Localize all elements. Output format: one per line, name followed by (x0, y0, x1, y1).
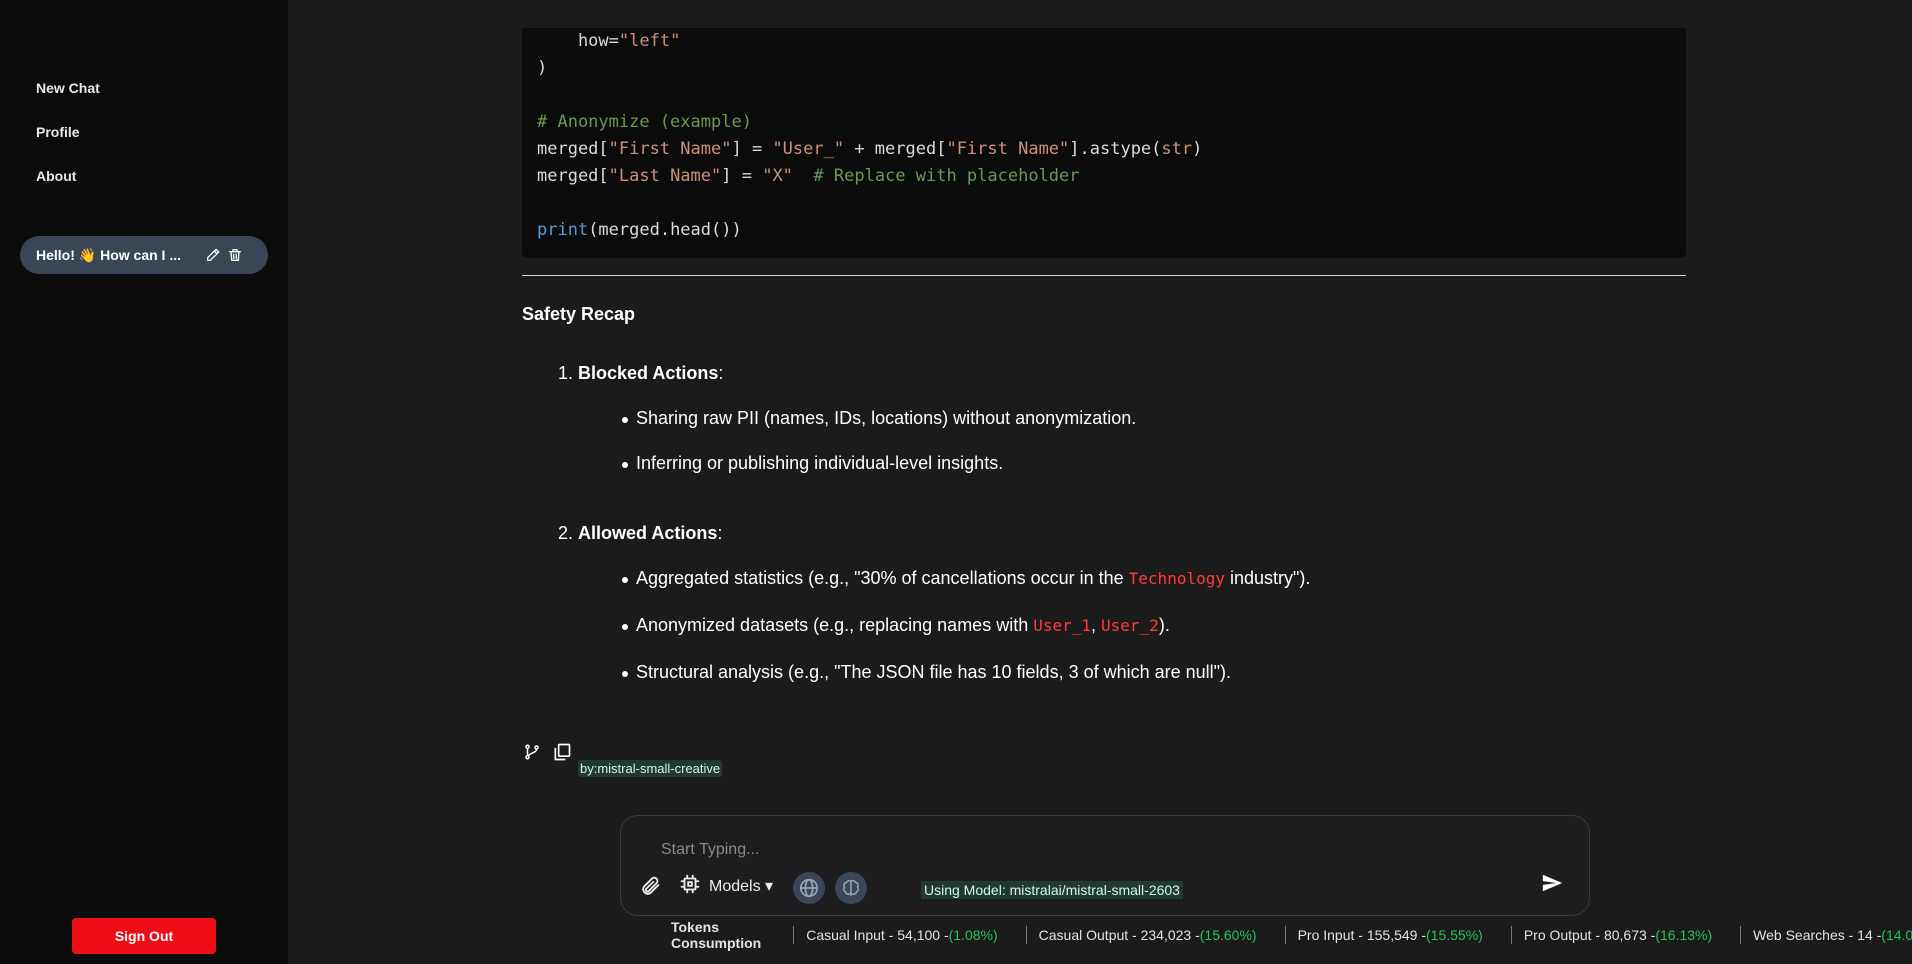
models-button[interactable]: Models ▾ (679, 872, 773, 900)
inline-code: User_2 (1101, 616, 1159, 635)
ordered-item-blocked: 1. Blocked Actions: (558, 363, 723, 384)
code-token: ] = (731, 139, 773, 159)
token-stat: Pro Output - 80,673 - (16.13%) (1510, 926, 1713, 944)
section-heading: Safety Recap (522, 304, 636, 324)
code-token: ) (537, 58, 548, 78)
code-token: # Replace with placeholder (813, 166, 1080, 186)
token-stat-percent: (15.55%) (1426, 927, 1483, 943)
divider (522, 275, 1686, 276)
code-token: "left" (618, 31, 681, 51)
code-token: # Anonymize (example) (537, 112, 752, 132)
code-token: print (537, 220, 589, 240)
code-token: "X" (762, 166, 793, 186)
list-text: ). (1158, 615, 1170, 635)
list-text: Aggregated statistics (e.g., "30% of can… (636, 568, 1129, 588)
inline-code: User_1 (1033, 616, 1092, 635)
list-text: , (1091, 615, 1102, 635)
code-token: (merged.head()) (588, 220, 742, 240)
code-token: ] = (721, 166, 763, 186)
code-token: + merged[ (844, 139, 947, 159)
code-token: ].astype( (1069, 139, 1162, 159)
code-line: ) (537, 55, 1671, 82)
code-line: # Anonymize (example) (537, 109, 1671, 136)
code-token: "User_" (772, 139, 845, 159)
code-line: how="left" (537, 28, 1671, 55)
list-number: 2. (558, 523, 574, 543)
chat-main: how="left") # Anonymize (example) merged["… (288, 0, 1912, 964)
list-item: Structural analysis (e.g., "The JSON fil… (621, 662, 1232, 682)
chip-icon (679, 873, 701, 900)
edit-icon[interactable] (204, 246, 222, 264)
token-consumption-bar: Tokens Consumption Casual Input - 54,100… (671, 919, 1912, 951)
tokens-label: Tokens Consumption (671, 919, 762, 951)
sidebar: New Chat Profile About Hello! 👋 How can … (0, 0, 288, 964)
token-stat-label: Casual Input - 54,100 - (806, 927, 949, 943)
token-stat-percent: (15.60%) (1199, 927, 1257, 943)
sign-out-button[interactable]: Sign Out (72, 918, 216, 954)
token-stat-percent: (14.00%) (1881, 927, 1912, 943)
chat-history-item[interactable]: Hello! 👋 How can I ... (20, 236, 268, 274)
code-token: merged[ (537, 139, 609, 159)
list-item: Inferring or publishing individual-level… (621, 453, 1004, 473)
list-suffix: : (718, 363, 724, 383)
code-block: how="left") # Anonymize (example) merged["… (522, 28, 1686, 258)
nav-profile[interactable]: Profile (36, 124, 80, 140)
list-suffix: : (717, 523, 723, 543)
code-line: print(merged.head()) (537, 217, 1671, 244)
token-stat-percent: (1.08%) (948, 927, 998, 943)
ordered-item-allowed: 2. Allowed Actions: (558, 523, 722, 544)
token-stat: Casual Input - 54,100 - (1.08%) (793, 926, 998, 944)
token-stat-label: Pro Output - 80,673 - (1523, 927, 1656, 943)
list-number: 1. (558, 363, 574, 383)
branch-icon[interactable] (522, 742, 542, 762)
globe-icon[interactable] (793, 872, 825, 904)
list-title: Blocked Actions (578, 363, 719, 383)
list-title: Allowed Actions (578, 523, 718, 543)
list-text: Anonymized datasets (e.g., replacing nam… (636, 615, 1034, 635)
token-stat-label: Casual Output - 234,023 - (1038, 927, 1200, 943)
list-item: Anonymized datasets (e.g., replacing nam… (622, 615, 1170, 636)
inline-code: Technology (1128, 569, 1225, 588)
list-item: Sharing raw PII (names, IDs, locations) … (621, 408, 1137, 428)
token-stat-label: Pro Input - 155,549 - (1297, 927, 1426, 943)
code-token: how= (537, 31, 619, 51)
token-stat: Web Searches - 14 - (14.00%) (1740, 926, 1912, 944)
code-token: "First Name" (608, 139, 732, 159)
code-token: merged[ (537, 166, 609, 186)
code-line: merged["Last Name"] = "X" # Replace with… (537, 163, 1671, 190)
message-input[interactable] (661, 838, 1541, 862)
nav-about[interactable]: About (36, 168, 76, 184)
token-stat: Casual Output - 234,023 - (15.60%) (1025, 926, 1257, 944)
token-stat: Pro Input - 155,549 - (15.55%) (1284, 926, 1483, 944)
trash-icon[interactable] (226, 246, 244, 264)
list-text: industry"). (1224, 568, 1311, 588)
code-token: str (1161, 139, 1193, 159)
attach-icon[interactable] (639, 874, 663, 898)
model-tag: by:mistral-small-creative (578, 760, 723, 777)
message-tools (522, 742, 572, 762)
nav-new-chat[interactable]: New Chat (36, 80, 100, 96)
send-icon[interactable] (1539, 870, 1565, 896)
list-item: Aggregated statistics (e.g., "30% of can… (621, 568, 1311, 589)
using-model-label: Using Model: mistralai/mistral-small-260… (921, 881, 1183, 899)
code-token: ) (1192, 139, 1203, 159)
composer: Models ▾ Using Model: mistralai/mistral-… (620, 815, 1590, 916)
copy-icon[interactable] (552, 742, 572, 762)
code-line: merged["First Name"] = "User_" + merged[… (537, 136, 1671, 163)
code-token: "First Name" (946, 139, 1070, 159)
token-stat-label: Web Searches - 14 - (1753, 927, 1882, 943)
code-token: "Last Name" (608, 166, 722, 186)
chat-title: Hello! 👋 How can I ... (36, 246, 182, 263)
models-label: Models ▾ (709, 878, 774, 895)
brain-icon[interactable] (835, 872, 867, 904)
token-stat-percent: (16.13%) (1655, 927, 1713, 943)
